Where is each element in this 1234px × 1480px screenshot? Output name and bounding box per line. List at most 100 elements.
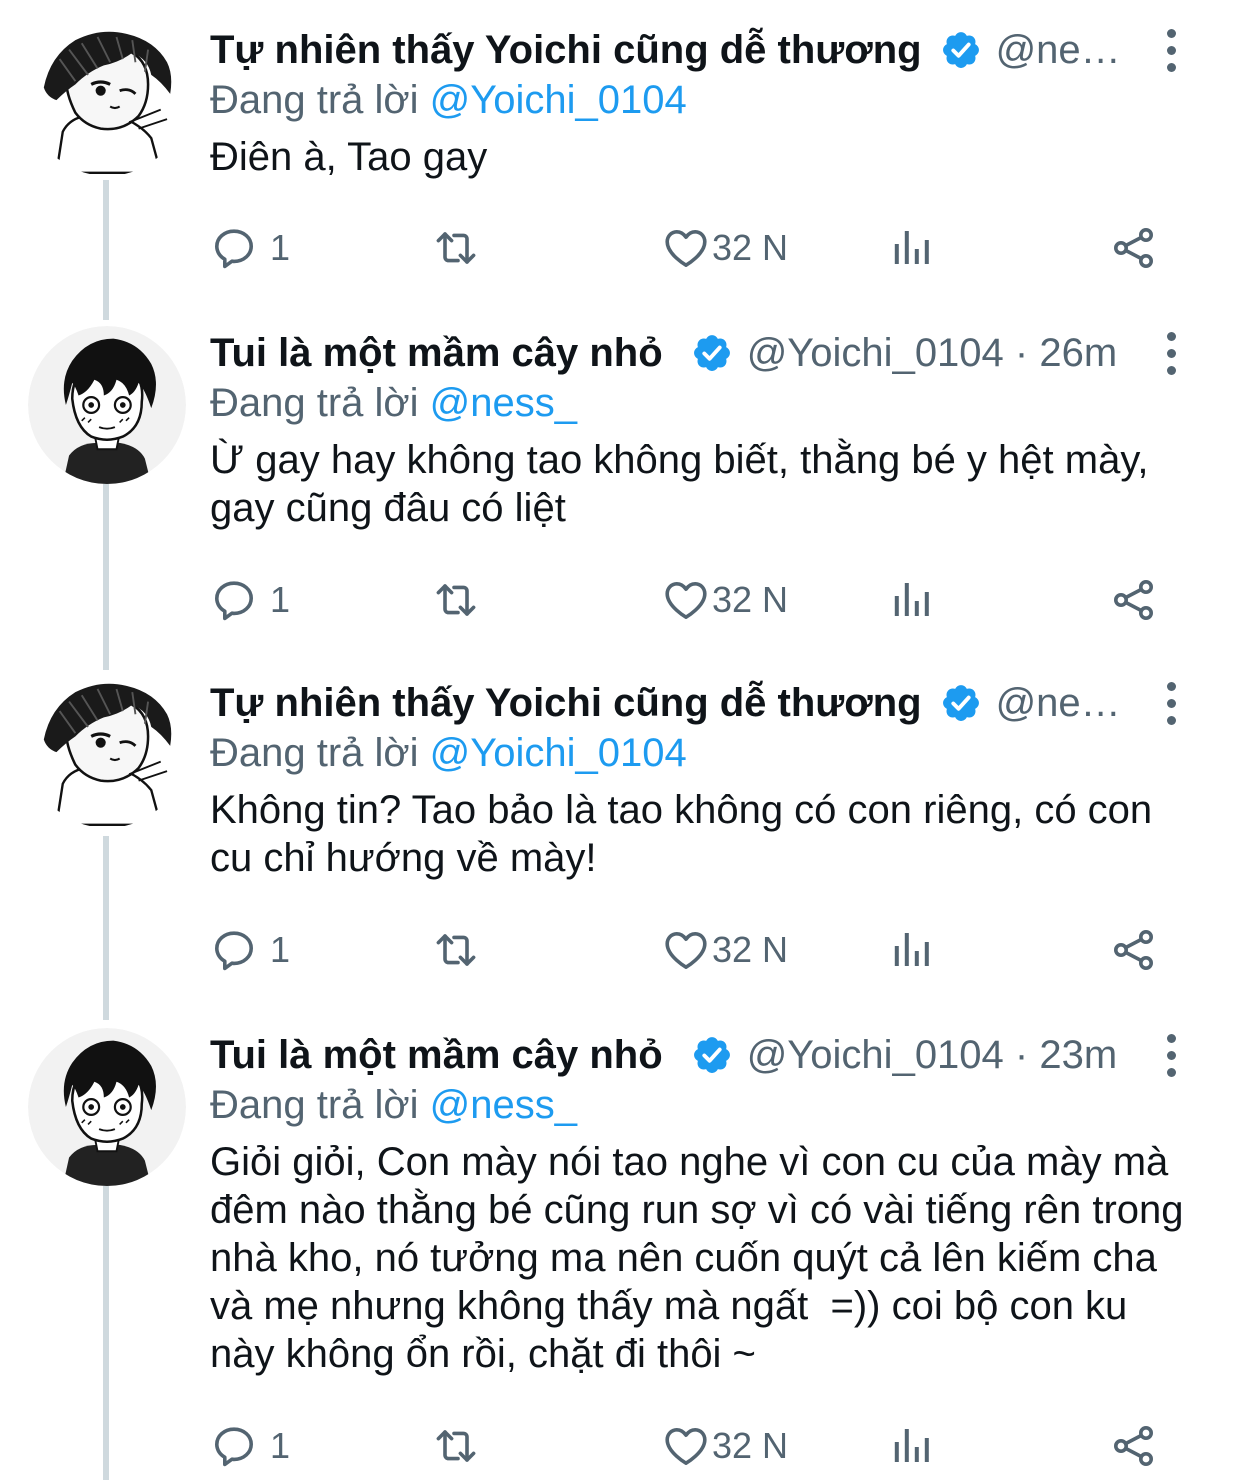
heart-icon [662,224,710,272]
action-bar: 1 32 N [210,570,1170,630]
tweet-text: Giỏi giỏi, Con mày nói tao nghe vì con c… [210,1140,1195,1376]
reply-icon [210,1422,258,1470]
display-name[interactable]: Tự nhiên thấy Yoichi cũng dễ thương [210,25,922,75]
reply-icon [210,576,258,624]
retweet-button[interactable] [432,1416,480,1476]
more-options-icon[interactable] [1156,25,1186,75]
like-count: 32 N [712,929,789,970]
views-button[interactable] [888,570,936,630]
more-options-icon[interactable] [1156,328,1186,378]
heart-icon [662,576,710,624]
verified-badge-icon [940,682,982,724]
action-bar: 1 32 N [210,218,1170,278]
bar-chart-icon [888,926,936,974]
reply-prefix: Đang trả lời [210,381,419,425]
more-options-icon[interactable] [1156,678,1186,728]
avatar[interactable] [28,670,186,828]
like-count: 32 N [712,579,789,620]
avatar-image [28,326,186,484]
tweet-text: Ừ gay hay không tao không biết, thằng bé… [210,438,1160,530]
action-bar: 1 32 N [210,1416,1170,1476]
user-handle[interactable]: @ness... [996,678,1126,728]
display-name[interactable]: Tự nhiên thấy Yoichi cũng dễ thương [210,678,922,728]
reply-prefix: Đang trả lời [210,1083,419,1127]
tweet-header: Tự nhiên thấy Yoichi cũng dễ thương @nes… [210,25,1186,75]
reply-context: Đang trả lời @Yoichi_0104 [210,75,1186,125]
tweet-header: Tui là một mầm cây nhỏ @Yoichi_0104 · 26… [210,328,1186,378]
thread-connector [103,836,109,1020]
reply-context: Đang trả lời @ness_ [210,1080,1186,1130]
reply-button[interactable]: 1 [210,570,290,630]
reply-button[interactable]: 1 [210,218,290,278]
more-options-icon[interactable] [1156,1030,1186,1080]
tweet-header: Tự nhiên thấy Yoichi cũng dễ thương @nes… [210,678,1186,728]
share-button[interactable] [1110,1416,1158,1476]
user-handle[interactable]: @ness... [996,25,1126,75]
avatar-image [28,18,186,176]
reply-mention-link[interactable]: @Yoichi_0104 [430,78,687,122]
views-button[interactable] [888,920,936,980]
thread-connector [103,1186,109,1480]
action-bar: 1 32 N [210,920,1170,980]
reply-mention-link[interactable]: @ness_ [430,1083,577,1127]
reply-context: Đang trả lời @ness_ [210,378,1186,428]
avatar-image [28,670,186,828]
like-button[interactable]: 32 N [662,920,788,980]
avatar-image [28,1028,186,1186]
reply-count: 1 [270,579,291,620]
share-icon [1110,224,1158,272]
reply-mention-link[interactable]: @ness_ [430,381,577,425]
share-icon [1110,1422,1158,1470]
reply-icon [210,224,258,272]
retweet-icon [432,224,480,272]
verified-badge-icon [691,332,733,374]
reply-mention-link[interactable]: @Yoichi_0104 [430,731,687,775]
share-button[interactable] [1110,218,1158,278]
share-button[interactable] [1110,920,1158,980]
reply-icon [210,926,258,974]
share-icon [1110,926,1158,974]
share-icon [1110,576,1158,624]
views-button[interactable] [888,218,936,278]
heart-icon [662,926,710,974]
retweet-button[interactable] [432,218,480,278]
tweet-header: Tui là một mầm cây nhỏ @Yoichi_0104 · 23… [210,1030,1186,1080]
user-handle[interactable]: @Yoichi_0104 · 26m [747,328,1126,378]
bar-chart-icon [888,1422,936,1470]
reply-prefix: Đang trả lời [210,78,419,122]
avatar[interactable] [28,326,186,484]
avatar[interactable] [28,18,186,176]
bar-chart-icon [888,576,936,624]
reply-button[interactable]: 1 [210,920,290,980]
retweet-button[interactable] [432,570,480,630]
heart-icon [662,1422,710,1470]
verified-badge-icon [940,29,982,71]
verified-badge-icon [691,1034,733,1076]
like-count: 32 N [712,227,789,268]
reply-count: 1 [270,1425,291,1466]
share-button[interactable] [1110,570,1158,630]
reply-count: 1 [270,227,291,268]
reply-context: Đang trả lời @Yoichi_0104 [210,728,1186,778]
thread-connector [103,180,109,320]
reply-button[interactable]: 1 [210,1416,290,1476]
like-button[interactable]: 32 N [662,570,788,630]
reply-count: 1 [270,929,291,970]
retweet-icon [432,1422,480,1470]
like-button[interactable]: 32 N [662,218,788,278]
retweet-icon [432,576,480,624]
bar-chart-icon [888,224,936,272]
like-count: 32 N [712,1425,789,1466]
retweet-icon [432,926,480,974]
thread-connector [103,484,109,670]
retweet-button[interactable] [432,920,480,980]
views-button[interactable] [888,1416,936,1476]
user-handle[interactable]: @Yoichi_0104 · 23m [747,1030,1126,1080]
like-button[interactable]: 32 N [662,1416,788,1476]
reply-prefix: Đang trả lời [210,731,419,775]
avatar[interactable] [28,1028,186,1186]
display-name[interactable]: Tui là một mầm cây nhỏ [210,1030,663,1080]
tweet-text: Điên à, Tao gay [210,135,488,179]
display-name[interactable]: Tui là một mầm cây nhỏ [210,328,663,378]
tweet-text: Không tin? Tao bảo là tao không có con r… [210,788,1164,880]
